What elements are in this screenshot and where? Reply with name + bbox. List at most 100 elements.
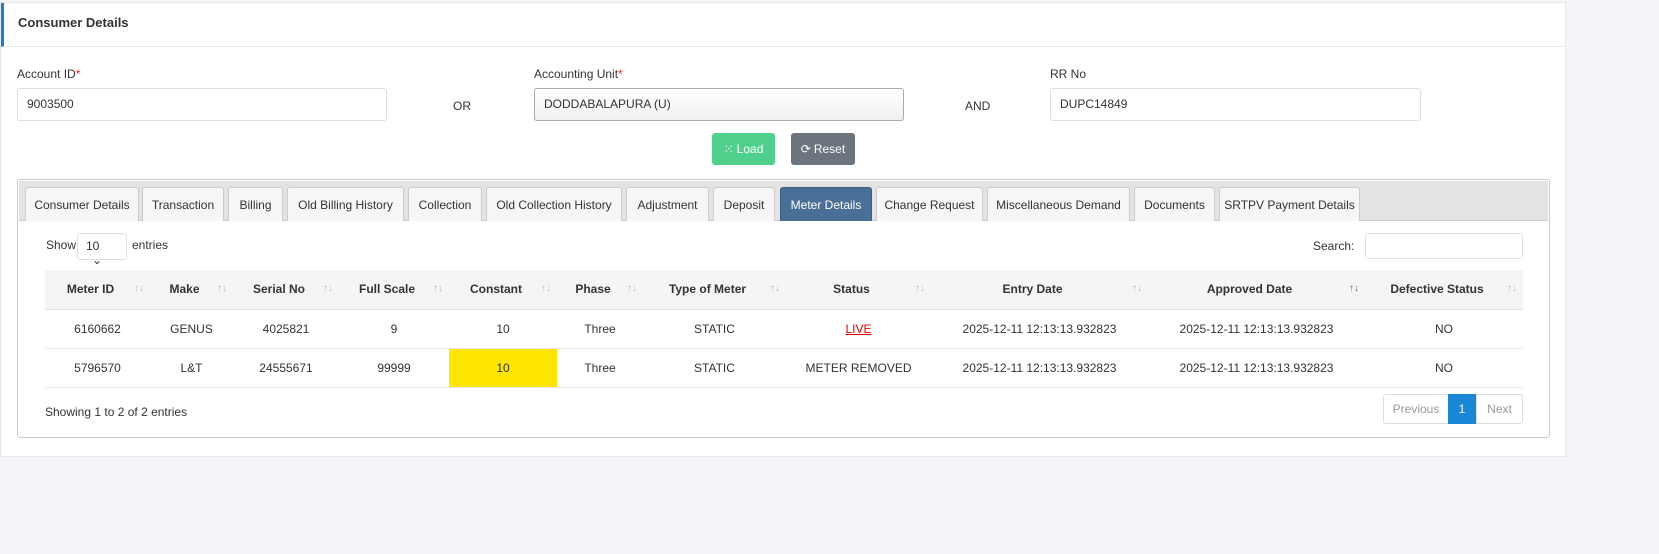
entries-value: 10 [86, 239, 100, 253]
cell-value: 4025821 [262, 321, 310, 336]
column-label: Defective Status [1390, 282, 1484, 297]
status-text: METER REMOVED [805, 360, 912, 375]
rr-no-input[interactable]: DUPC14849 [1050, 88, 1421, 121]
cell-value: L&T [180, 360, 203, 375]
sort-icon: ↑↓ [915, 283, 925, 294]
table-cell: 2025-12-11 12:13:13.932823 [1148, 347, 1365, 388]
table-cell: 10 [449, 308, 557, 348]
cell-value: GENUS [170, 321, 213, 336]
accounting-unit-select[interactable]: DODDABALAPURA (U) [534, 88, 904, 121]
entries-select[interactable]: 10 ⌄ [77, 233, 127, 267]
tab-adjustment[interactable]: Adjustment [626, 187, 709, 221]
column-label: Serial No [252, 282, 306, 297]
column-header[interactable]: Entry Date ↑↓ [931, 270, 1148, 309]
column-header[interactable]: Status ↑↓ [786, 270, 931, 309]
sort-icon: ↑↓ [323, 283, 333, 294]
cell-value: STATIC [694, 321, 735, 336]
column-header[interactable]: Serial No ↑↓ [233, 270, 339, 309]
account-id-input[interactable]: 9003500 [17, 88, 387, 121]
tab-bar: Consumer Details Transaction Billing Old Bi… [19, 181, 1548, 221]
table-row: 5796570 L&T 24555671 99999 10 Three STATIC METE… [45, 347, 1523, 388]
table-cell: 10 [449, 347, 557, 388]
table-cell: L&T [150, 347, 233, 388]
table-cell: METER REMOVED [786, 347, 931, 388]
column-label: Approved Date [1206, 282, 1293, 297]
sort-icon: ↑↓ [134, 283, 144, 294]
show-label: Show [46, 238, 77, 252]
tab-billing[interactable]: Billing [228, 187, 283, 221]
column-label: Full Scale [358, 282, 416, 297]
sort-icon: ↑↓ [1132, 283, 1142, 294]
load-label: Load [736, 142, 764, 156]
column-label: Constant [470, 282, 522, 297]
table-info: Showing 1 to 2 of 2 entries [45, 405, 188, 419]
refresh-icon: ⟳ [800, 142, 811, 156]
table-cell: NO [1365, 308, 1523, 348]
cell-value: NO [1435, 321, 1453, 336]
table-cell: 4025821 [233, 308, 339, 348]
column-header[interactable]: Type of Meter ↑↓ [643, 270, 786, 309]
table-cell: 5796570 [45, 347, 150, 388]
tab-collection[interactable]: Collection [408, 187, 482, 221]
table-cell: NO [1365, 347, 1523, 388]
table-cell: STATIC [643, 347, 786, 388]
table-cell: 24555671 [233, 347, 339, 388]
tab-meter-details[interactable]: Meter Details [780, 187, 872, 221]
cell-value: 99999 [377, 360, 411, 375]
sort-icon: ↑↓ [1349, 283, 1359, 294]
tab-consumer-details[interactable]: Consumer Details [25, 187, 139, 221]
tab-documents[interactable]: Documents [1134, 187, 1215, 221]
cell-value: 24555671 [259, 360, 313, 375]
table-cell: Three [557, 308, 643, 348]
page-1-button[interactable]: 1 [1448, 394, 1476, 424]
tab-change-request[interactable]: Change Request [876, 187, 983, 221]
column-label: Meter ID [66, 282, 115, 297]
tab-srtpv-payment-details[interactable]: SRTPV Payment Details [1219, 187, 1360, 221]
column-header[interactable]: Meter ID ↑↓ [45, 270, 150, 309]
or-text: OR [453, 99, 471, 113]
cell-value: Three [584, 321, 616, 336]
cell-value: 10 [496, 321, 510, 336]
table-cell: STATIC [643, 308, 786, 348]
sort-icon: ↑↓ [541, 283, 551, 294]
column-header[interactable]: Full Scale ↑↓ [339, 270, 449, 309]
column-header[interactable]: Make ↑↓ [150, 270, 233, 309]
tab-transaction[interactable]: Transaction [142, 187, 224, 221]
sort-icon: ↑↓ [627, 283, 637, 294]
cell-value: 2025-12-11 12:13:13.932823 [962, 321, 1117, 336]
page-title: Consumer Details [1, 3, 1565, 47]
table-cell: GENUS [150, 308, 233, 348]
spinner-icon: ⁙ [723, 142, 734, 156]
column-label: Phase [575, 282, 611, 297]
and-text: AND [965, 99, 991, 113]
rr-no-label: RR No [1050, 67, 1087, 81]
meter-details-table: Meter ID ↑↓ Make ↑↓ Serial No ↑↓ Full Scale ↑↓ C… [45, 270, 1523, 388]
tab-old-billing-history[interactable]: Old Billing History [287, 187, 404, 221]
column-header[interactable]: Phase ↑↓ [557, 270, 643, 309]
sort-icon: ↑↓ [1507, 283, 1517, 294]
reset-label: Reset [813, 142, 846, 156]
tab-miscellaneous-demand[interactable]: Miscellaneous Demand [987, 187, 1130, 221]
load-button[interactable]: ⁙ Load [712, 133, 775, 165]
table-cell: 2025-12-11 12:13:13.932823 [931, 308, 1148, 348]
table-cell: Three [557, 347, 643, 388]
cell-value: 2025-12-11 12:13:13.932823 [1179, 360, 1334, 375]
reset-button[interactable]: ⟳ Reset [791, 133, 855, 165]
next-button[interactable]: Next [1476, 394, 1523, 424]
tab-old-collection-history[interactable]: Old Collection History [486, 187, 622, 221]
table-cell: 9 [339, 308, 449, 348]
search-input[interactable] [1365, 233, 1523, 259]
column-header[interactable]: Approved Date ↑↓ [1148, 270, 1365, 309]
sort-icon: ↑↓ [217, 283, 227, 294]
table-cell: 99999 [339, 347, 449, 388]
tab-deposit[interactable]: Deposit [713, 187, 775, 221]
column-label: Entry Date [1002, 282, 1063, 297]
previous-button[interactable]: Previous [1383, 394, 1449, 424]
entries-label: entries [132, 238, 169, 252]
cell-value: 9 [390, 321, 398, 336]
status-text[interactable]: LIVE [845, 322, 871, 336]
table-cell: 2025-12-11 12:13:13.932823 [1148, 308, 1365, 348]
column-header[interactable]: Defective Status ↑↓ [1365, 270, 1523, 309]
cell-value: 5796570 [74, 360, 121, 375]
column-header[interactable]: Constant ↑↓ [449, 270, 557, 309]
